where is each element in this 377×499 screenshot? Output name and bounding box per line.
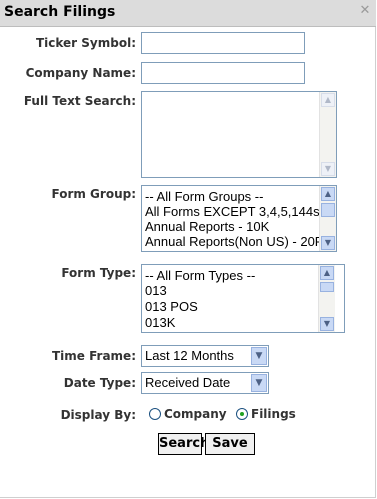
scroll-down-arrow-icon[interactable]: ▼ — [321, 236, 335, 250]
dialog-titlebar: Search Filings ✕ — [0, 0, 376, 27]
full-text-search-label: Full Text Search: — [23, 94, 136, 108]
scroll-up-arrow-icon[interactable]: ▲ — [321, 93, 335, 107]
date-type-value: Received Date — [145, 375, 231, 390]
form-type-option[interactable]: 013 POS — [145, 299, 198, 314]
scroll-thumb[interactable] — [321, 203, 335, 217]
time-frame-value: Last 12 Months — [145, 348, 234, 363]
form-group-listbox[interactable]: -- All Form Groups -- All Forms EXCEPT 3… — [141, 185, 337, 252]
form-type-listbox[interactable]: -- All Form Types -- 013 013 POS 013K ▲ … — [141, 264, 345, 333]
form-type-option[interactable]: -- All Form Types -- — [145, 268, 255, 283]
display-by-company-radio[interactable] — [149, 408, 161, 420]
close-icon[interactable]: ✕ — [358, 4, 372, 18]
full-text-scrollbar[interactable]: ▲ ▼ — [319, 92, 336, 177]
form-group-option[interactable]: Annual Reports - 10K — [145, 219, 269, 234]
time-frame-select[interactable]: Last 12 Months ▼ — [141, 345, 269, 367]
save-button[interactable]: Save — [205, 433, 255, 455]
time-frame-label: Time Frame: — [51, 349, 136, 363]
form-type-scrollbar[interactable]: ▲ ▼ — [318, 265, 335, 332]
display-by-filings-label[interactable]: Filings — [251, 407, 296, 421]
scroll-thumb[interactable] — [320, 282, 334, 292]
full-text-search-textarea[interactable]: ▲ ▼ — [141, 91, 337, 178]
ticker-symbol-label: Ticker Symbol: — [35, 36, 136, 50]
form-group-option[interactable]: All Forms EXCEPT 3,4,5,144s — [145, 204, 320, 219]
form-group-option[interactable]: -- All Form Groups -- — [145, 189, 263, 204]
display-by-label: Display By: — [60, 408, 136, 422]
display-by-company-label[interactable]: Company — [164, 407, 227, 421]
scroll-up-arrow-icon[interactable]: ▲ — [321, 187, 335, 201]
form-type-option[interactable]: 013 — [145, 283, 167, 298]
chevron-down-icon[interactable]: ▼ — [251, 347, 267, 365]
search-filings-dialog: Search Filings ✕ Ticker Symbol: Company … — [0, 0, 376, 498]
date-type-select[interactable]: Received Date ▼ — [141, 372, 269, 394]
form-group-label: Form Group: — [51, 187, 137, 201]
form-type-label: Form Type: — [61, 266, 136, 280]
scroll-down-arrow-icon[interactable]: ▼ — [320, 317, 334, 331]
chevron-down-icon[interactable]: ▼ — [251, 374, 267, 392]
date-type-label: Date Type: — [63, 376, 136, 390]
display-by-filings-radio[interactable] — [236, 408, 248, 420]
form-type-option[interactable]: 013K — [145, 315, 175, 330]
dialog-title: Search Filings — [4, 4, 116, 20]
form-group-scrollbar[interactable]: ▲ ▼ — [319, 186, 336, 251]
search-button[interactable]: Search — [158, 433, 209, 455]
scroll-up-arrow-icon[interactable]: ▲ — [320, 266, 334, 280]
company-name-label: Company Name: — [25, 66, 136, 80]
form-group-option[interactable]: Annual Reports(Non US) - 20F — [145, 234, 323, 249]
ticker-symbol-input[interactable] — [141, 32, 305, 54]
company-name-input[interactable] — [141, 62, 305, 84]
scroll-down-arrow-icon[interactable]: ▼ — [321, 162, 335, 176]
